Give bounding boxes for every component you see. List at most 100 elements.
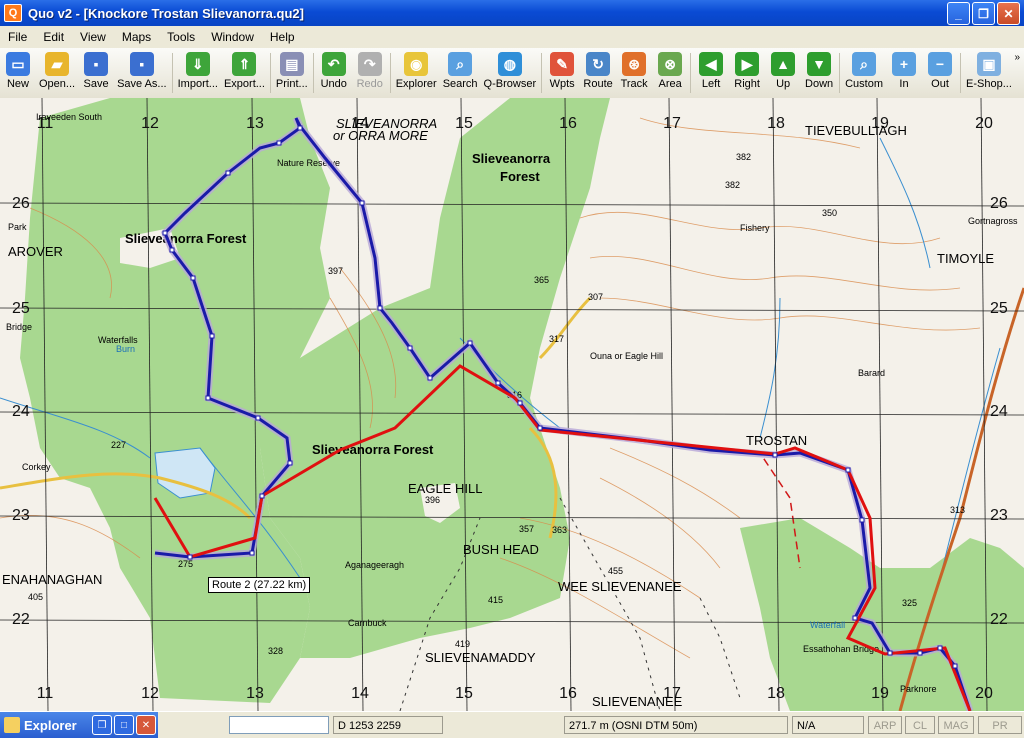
toolbar-label: Area <box>658 78 682 90</box>
grid-number-right: 25 <box>990 300 1008 317</box>
route-vertex[interactable] <box>859 517 865 523</box>
route-vertex[interactable] <box>259 493 265 499</box>
toolbar-label: Wpts <box>549 78 575 90</box>
toolbar-custom-button[interactable]: ⌕ Custom <box>842 48 886 90</box>
toolbar-out-button[interactable]: − Out <box>922 48 958 90</box>
status-input-field[interactable] <box>229 716 329 734</box>
maximize-button[interactable]: ❐ <box>972 2 995 25</box>
route-vertex[interactable] <box>952 663 958 669</box>
toolbar-label: Import... <box>177 78 218 90</box>
menu-view[interactable]: View <box>72 30 114 44</box>
place-name: WEE SLIEVENANEE <box>558 579 682 594</box>
toolbar-right-button[interactable]: ▶ Right <box>729 48 765 90</box>
map-canvas[interactable]: 11 12 13 14 15 16 17 18 19 2011 12 13 14 15 16 17 18 19 20… <box>0 98 1024 711</box>
toolbar-in-button[interactable]: + In <box>886 48 922 90</box>
route-vertex[interactable] <box>187 554 193 560</box>
toolbar-new-button[interactable]: ▭ New <box>0 48 36 90</box>
route-vertex[interactable] <box>537 425 543 431</box>
menu-edit[interactable]: Edit <box>35 30 72 44</box>
toolbar-undo-button[interactable]: ↶ Undo <box>316 48 352 90</box>
grid-number-bottom: 18 <box>767 685 785 702</box>
menu-file[interactable]: File <box>0 30 35 44</box>
route-vertex[interactable] <box>205 395 211 401</box>
toolbar-route-button[interactable]: ↻ Route <box>580 48 616 90</box>
toolbar-label: In <box>899 78 909 90</box>
arrow-left-icon: ◀ <box>699 52 724 76</box>
route-vertex[interactable] <box>249 550 255 556</box>
status-flag-pr: PR <box>978 716 1022 734</box>
route-vertex[interactable] <box>377 305 383 311</box>
route-vertex[interactable] <box>917 650 923 656</box>
explorer-restore-button[interactable]: ❐ <box>92 715 112 735</box>
toolbar-label: Save <box>83 78 109 90</box>
forest-name: Forest <box>500 169 540 184</box>
route-vertex[interactable] <box>467 340 473 346</box>
route-vertex[interactable] <box>276 140 282 146</box>
route-vertex[interactable] <box>209 333 215 339</box>
title-bar[interactable]: Q Quo v2 - [Knockore Trostan Slievanorra… <box>0 0 1024 26</box>
route-vertex[interactable] <box>359 200 365 206</box>
status-bar: Explorer ❐ □ ✕ D 1253 2259 271.7 m (OSNI… <box>0 711 1024 738</box>
grid-number-right: 24 <box>990 403 1008 420</box>
route-vertex[interactable] <box>495 380 501 386</box>
printer-icon: ▤ <box>279 52 304 76</box>
toolbar-label: Track <box>620 78 648 90</box>
toolbar-explorer-button[interactable]: ◉ Explorer <box>393 48 440 90</box>
toolbar-left-button[interactable]: ◀ Left <box>693 48 729 90</box>
toolbar-q-browser-button[interactable]: ◍ Q-Browser <box>481 48 540 90</box>
app-icon[interactable]: Q <box>4 4 22 22</box>
route-vertex[interactable] <box>937 645 943 651</box>
toolbar-save-as-button[interactable]: ▪ Save As... <box>114 48 170 90</box>
toolbar-import-button[interactable]: ⇓ Import... <box>175 48 221 90</box>
redo-arrow-icon: ↷ <box>357 52 382 76</box>
route-vertex[interactable] <box>845 467 851 473</box>
toolbar-open-button[interactable]: ▰ Open... <box>36 48 78 90</box>
feature-name: Carnbuck <box>348 618 387 628</box>
toolbar-separator <box>541 53 543 93</box>
arrow-down-icon: ▼ <box>807 52 832 76</box>
route-vertex[interactable] <box>517 400 523 406</box>
toolbar-overflow-icon[interactable]: » <box>1014 52 1020 63</box>
toolbar-export-button[interactable]: ⇑ Export... <box>221 48 268 90</box>
toolbar-e-shop-button[interactable]: ▣ E-Shop... <box>963 48 1015 90</box>
explorer-panel-tab[interactable]: Explorer ❐ □ ✕ <box>0 712 158 738</box>
route-vertex[interactable] <box>255 415 261 421</box>
minimize-button[interactable]: _ <box>947 2 970 25</box>
toolbar-wpts-button[interactable]: ✎ Wpts <box>544 48 580 90</box>
menu-maps[interactable]: Maps <box>114 30 159 44</box>
toolbar-up-button[interactable]: ▲ Up <box>765 48 801 90</box>
map-view[interactable]: 11 12 13 14 15 16 17 18 19 20 11 12 13 14 15 16 17 18 19 20… <box>0 98 1024 711</box>
menu-help[interactable]: Help <box>262 30 303 44</box>
route-vertex[interactable] <box>162 230 168 236</box>
route-vertex[interactable] <box>887 650 893 656</box>
export-icon: ⇑ <box>232 52 257 76</box>
route-vertex[interactable] <box>225 170 231 176</box>
toolbar-area-button[interactable]: ⊗ Area <box>652 48 688 90</box>
route-vertex[interactable] <box>427 375 433 381</box>
route-vertex[interactable] <box>407 345 413 351</box>
close-button[interactable]: ✕ <box>997 2 1020 25</box>
toolbar-save-button[interactable]: ▪ Save <box>78 48 114 90</box>
explorer-close-button[interactable]: ✕ <box>136 715 156 735</box>
toolbar-track-button[interactable]: ⊛ Track <box>616 48 652 90</box>
route-vertex[interactable] <box>287 460 293 466</box>
toolbar-redo-button[interactable]: ↷ Redo <box>352 48 388 90</box>
spot-height: 415 <box>488 595 503 605</box>
menu-window[interactable]: Window <box>203 30 262 44</box>
globe-icon: ◍ <box>497 52 522 76</box>
route-vertex[interactable] <box>297 125 303 131</box>
route-vertex[interactable] <box>772 452 778 458</box>
spot-height: 325 <box>902 598 917 608</box>
explorer-maximize-button[interactable]: □ <box>114 715 134 735</box>
route-vertex[interactable] <box>169 247 175 253</box>
menu-tools[interactable]: Tools <box>159 30 203 44</box>
place-name: TIEVEBULLIAGH <box>805 123 907 138</box>
place-name: TROSTAN <box>746 433 807 448</box>
spot-height: 313 <box>950 505 965 515</box>
toolbar-print-button[interactable]: ▤ Print... <box>273 48 311 90</box>
waypoint-icon: ✎ <box>550 52 575 76</box>
route-vertex[interactable] <box>852 615 858 621</box>
route-vertex[interactable] <box>190 275 196 281</box>
toolbar-search-button[interactable]: ⌕ Search <box>440 48 481 90</box>
toolbar-down-button[interactable]: ▼ Down <box>801 48 837 90</box>
